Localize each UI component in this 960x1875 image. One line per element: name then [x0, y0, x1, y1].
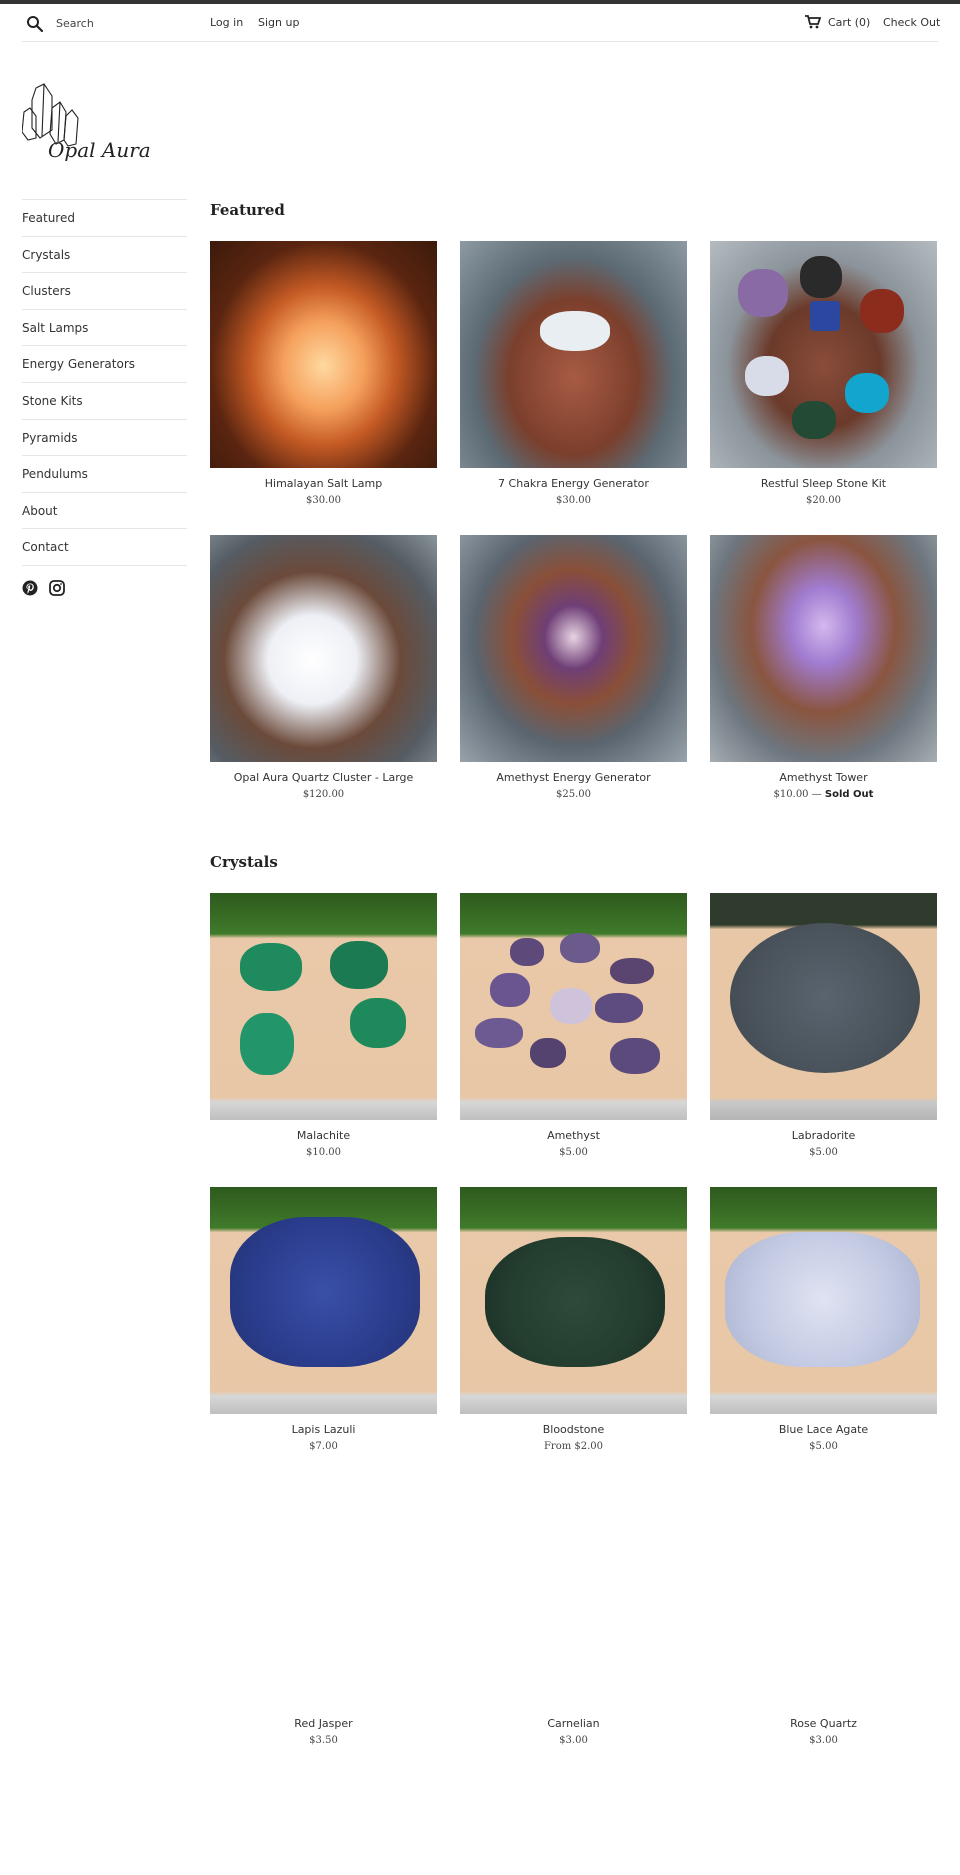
product-card[interactable]: 7 Chakra Energy Generator $30.00 [460, 241, 687, 506]
product-name[interactable]: Labradorite [710, 1129, 937, 1142]
product-price: $120.00 [302, 789, 345, 800]
product-image[interactable] [210, 241, 437, 468]
featured-section-title: Featured [210, 201, 285, 219]
product-price: $10.00 — Sold Out [710, 789, 937, 800]
login-link[interactable]: Log in [210, 16, 243, 29]
product-price: $3.00 [559, 1735, 588, 1746]
product-price: $5.00 [809, 1441, 838, 1452]
product-name[interactable]: Amethyst Tower [710, 771, 937, 784]
product-price: $3.00 [809, 1735, 838, 1746]
product-price: $7.00 [309, 1441, 338, 1452]
product-name[interactable]: Opal Aura Quartz Cluster - Large [210, 771, 437, 784]
product-card[interactable]: Amethyst Energy Generator $25.00 [460, 535, 687, 800]
product-card[interactable]: Amethyst Tower $10.00 — Sold Out [710, 535, 937, 800]
product-card[interactable]: Lapis Lazuli $7.00 [210, 1187, 437, 1452]
sidebar-item-clusters[interactable]: Clusters [22, 273, 187, 310]
product-image[interactable] [710, 1187, 937, 1414]
product-image[interactable] [460, 1187, 687, 1414]
product-image[interactable] [710, 1481, 937, 1708]
sold-out-badge: Sold Out [824, 789, 874, 800]
product-name[interactable]: Amethyst [460, 1129, 687, 1142]
product-name[interactable]: Bloodstone [460, 1423, 687, 1436]
product-image[interactable] [210, 893, 437, 1120]
product-price: $5.00 [559, 1147, 588, 1158]
product-card[interactable]: Himalayan Salt Lamp $30.00 [210, 241, 437, 506]
product-name[interactable]: Restful Sleep Stone Kit [710, 477, 937, 490]
sidebar-item-about[interactable]: About [22, 493, 187, 530]
social-links [22, 580, 71, 598]
product-image[interactable] [460, 535, 687, 762]
product-name[interactable]: 7 Chakra Energy Generator [460, 477, 687, 490]
price-separator: — [808, 789, 825, 800]
product-card[interactable]: Labradorite $5.00 [710, 893, 937, 1158]
sidebar-nav: Featured Crystals Clusters Salt Lamps En… [22, 199, 187, 566]
product-image[interactable] [210, 535, 437, 762]
product-card[interactable]: Blue Lace Agate $5.00 [710, 1187, 937, 1452]
product-image[interactable] [460, 893, 687, 1120]
sidebar-item-crystals[interactable]: Crystals [22, 237, 187, 274]
search-input[interactable] [56, 12, 196, 34]
product-price: $5.00 [809, 1147, 838, 1158]
product-name[interactable]: Red Jasper [210, 1717, 437, 1730]
sidebar-item-salt-lamps[interactable]: Salt Lamps [22, 310, 187, 347]
product-image[interactable] [460, 1481, 687, 1708]
product-price: $20.00 [806, 495, 841, 506]
product-image[interactable] [210, 1187, 437, 1414]
product-price: $3.50 [309, 1735, 338, 1746]
checkout-link[interactable]: Check Out [883, 16, 940, 29]
sidebar-item-contact[interactable]: Contact [22, 529, 187, 566]
site-header: Log in Sign up Cart (0) Check Out [22, 4, 940, 42]
product-card[interactable]: Bloodstone From $2.00 [460, 1187, 687, 1452]
sidebar-item-energy-generators[interactable]: Energy Generators [22, 346, 187, 383]
instagram-icon[interactable] [49, 580, 65, 596]
product-card[interactable]: Opal Aura Quartz Cluster - Large $120.00 [210, 535, 437, 800]
product-price: From $2.00 [543, 1441, 604, 1452]
signup-link[interactable]: Sign up [258, 16, 299, 29]
product-image[interactable] [710, 241, 937, 468]
product-price: $30.00 [306, 495, 341, 506]
product-image[interactable] [710, 893, 937, 1120]
product-image[interactable] [210, 1481, 437, 1708]
sidebar-item-pyramids[interactable]: Pyramids [22, 420, 187, 457]
product-image[interactable] [460, 241, 687, 468]
brand-logo-text[interactable]: Opal Aura [48, 138, 151, 162]
product-card[interactable]: Red Jasper $3.50 [210, 1481, 437, 1746]
sidebar-item-pendulums[interactable]: Pendulums [22, 456, 187, 493]
product-card[interactable]: Amethyst $5.00 [460, 893, 687, 1158]
product-price: $10.00 [306, 1147, 341, 1158]
product-name[interactable]: Rose Quartz [710, 1717, 937, 1730]
product-image[interactable] [710, 535, 937, 762]
product-card[interactable]: Malachite $10.00 [210, 893, 437, 1158]
product-name[interactable]: Blue Lace Agate [710, 1423, 937, 1436]
cart-icon[interactable] [805, 15, 821, 29]
product-price: $30.00 [556, 495, 591, 506]
product-name[interactable]: Himalayan Salt Lamp [210, 477, 437, 490]
sidebar-item-stone-kits[interactable]: Stone Kits [22, 383, 187, 420]
product-price: $25.00 [556, 789, 591, 800]
sidebar-item-featured[interactable]: Featured [22, 200, 187, 237]
product-name[interactable]: Lapis Lazuli [210, 1423, 437, 1436]
crystals-section-title: Crystals [210, 853, 278, 871]
product-name[interactable]: Amethyst Energy Generator [460, 771, 687, 784]
product-card[interactable]: Carnelian $3.00 [460, 1481, 687, 1746]
product-card[interactable]: Restful Sleep Stone Kit $20.00 [710, 241, 937, 506]
product-card[interactable]: Rose Quartz $3.00 [710, 1481, 937, 1746]
cart-link[interactable]: Cart (0) [828, 16, 870, 29]
search-icon[interactable] [26, 15, 44, 33]
product-name[interactable]: Malachite [210, 1129, 437, 1142]
pinterest-icon[interactable] [22, 580, 38, 596]
product-name[interactable]: Carnelian [460, 1717, 687, 1730]
price-value: $10.00 [773, 789, 809, 800]
